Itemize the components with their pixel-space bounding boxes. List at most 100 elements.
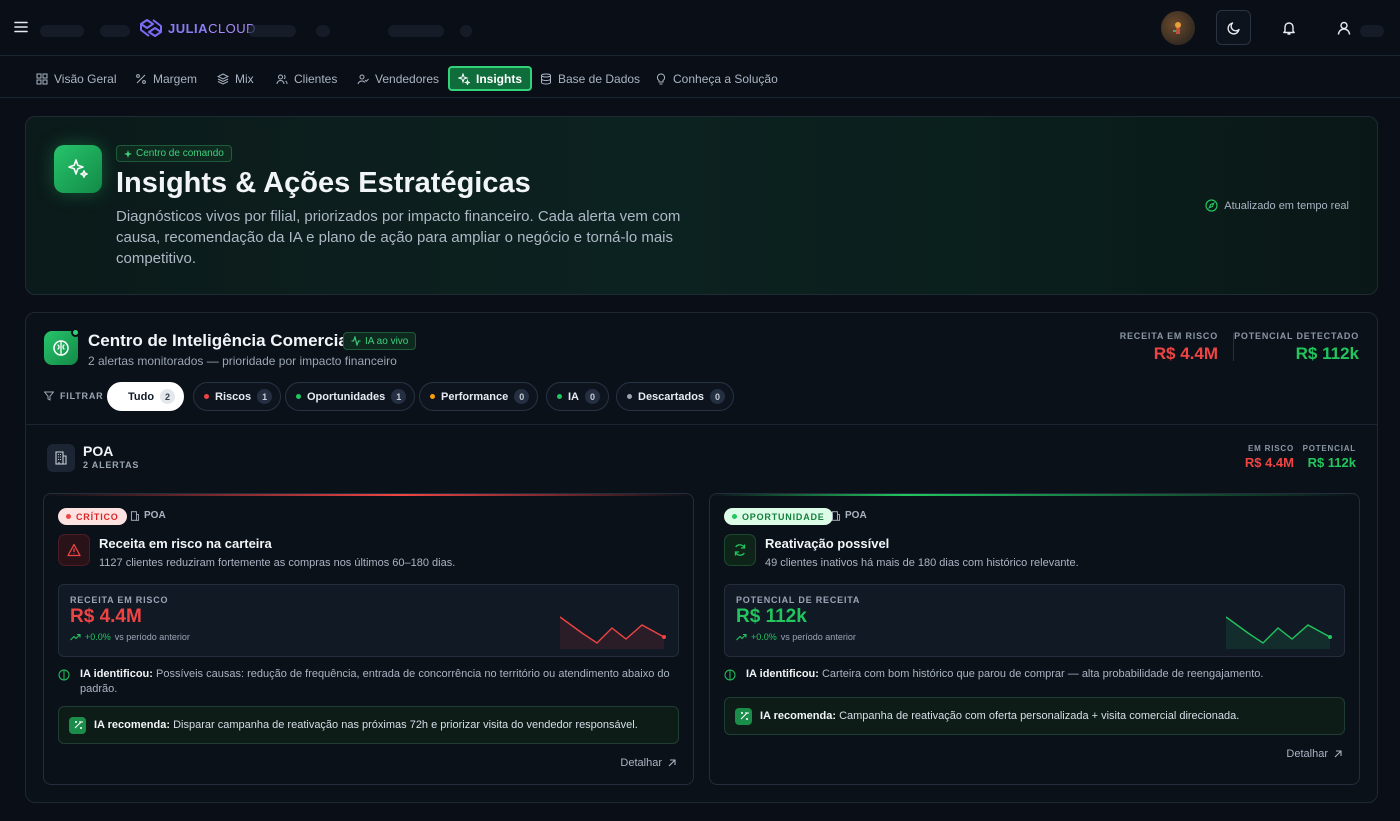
notifications-button[interactable]	[1271, 10, 1306, 45]
card-accent	[710, 494, 1359, 496]
filter-count: 2	[160, 389, 176, 404]
theme-toggle-button[interactable]	[1216, 10, 1251, 45]
tab-label: Vendedores	[375, 72, 440, 86]
filter-ia[interactable]: IA 0	[546, 382, 609, 411]
discarded-dot	[627, 394, 632, 399]
menu-icon[interactable]	[12, 18, 30, 36]
kpi-label: RECEITA EM RISCO	[1119, 331, 1218, 341]
filter-all[interactable]: Tudo 2	[107, 382, 185, 411]
percent-icon	[136, 74, 146, 84]
ia-identified-label: IA identificou:	[746, 668, 819, 680]
brain-icon	[724, 669, 736, 681]
kpi-label: POTENCIAL	[1302, 444, 1356, 453]
hero-banner: Centro de comando Insights & Ações Estra…	[25, 116, 1378, 295]
warning-icon	[58, 534, 90, 566]
kpi-value: R$ 4.4M	[1244, 455, 1294, 470]
filter-performance[interactable]: Performance 0	[419, 382, 539, 411]
performance-dot	[430, 394, 435, 399]
badge-label: OPORTUNIDADE	[742, 511, 825, 522]
chip-label: Centro de comando	[136, 148, 224, 159]
blurred-nav-item	[460, 25, 472, 37]
filter-count: 0	[585, 389, 600, 404]
metric-value: R$ 112k	[736, 606, 807, 627]
brain-icon	[58, 669, 70, 681]
detail-button[interactable]: Detalhar	[1286, 748, 1343, 760]
database-icon	[541, 73, 551, 85]
user-icon	[1337, 21, 1350, 35]
sparkline-opportunity	[1226, 616, 1332, 649]
branch-name: POA	[83, 443, 114, 459]
filter-opportunities[interactable]: Oportunidades 1	[285, 382, 416, 411]
tab-label: Conheça a Solução	[673, 72, 778, 86]
tab-base-de-dados[interactable]: Base de Dados	[532, 67, 648, 91]
panel-title: Centro de Inteligência Comercial	[88, 331, 353, 350]
panel-subtitle: 2 alertas monitorados — prioridade por i…	[88, 354, 397, 368]
branch-alert-count: 2 ALERTAS	[83, 460, 140, 470]
filter-label-text: Oportunidades	[307, 390, 386, 403]
detail-button[interactable]: Detalhar	[620, 757, 677, 769]
card-accent	[44, 494, 693, 496]
filter-label-text: IA	[568, 390, 579, 403]
sparkline-risk	[560, 616, 666, 649]
tab-clientes[interactable]: Clientes	[268, 67, 345, 91]
tab-visao-geral[interactable]: Visão Geral	[28, 67, 124, 91]
kpi-value: R$ 4.4M	[1153, 344, 1218, 363]
grid-icon	[36, 73, 48, 85]
page-description: Diagnósticos vivos por filial, priorizad…	[116, 208, 681, 267]
alert-card-opportunity[interactable]: OPORTUNIDADE POA Reativação possível 49 …	[709, 493, 1360, 785]
filter-risks[interactable]: Riscos 1	[193, 382, 282, 411]
brand-name: JULIACLOUD	[168, 20, 257, 36]
alert-card-critical[interactable]: CRÍTICO POA Receita em risco na carteira…	[43, 493, 694, 785]
metric-trend: +0.0% vs período anterior	[70, 632, 190, 642]
risk-dot	[204, 394, 209, 399]
ia-recommend-text: Disparar campanha de reativação nas próx…	[173, 719, 638, 731]
arrow-up-right-icon	[668, 759, 676, 767]
tab-insights[interactable]: Insights	[448, 66, 533, 91]
tab-label: Clientes	[294, 72, 338, 86]
filter-label-text: Tudo	[128, 390, 155, 403]
filter-icon	[44, 391, 54, 401]
users-icon	[276, 74, 288, 85]
trend-text: vs período anterior	[114, 632, 190, 642]
filter-count: 0	[514, 389, 530, 404]
tab-conheca-a-solucao[interactable]: Conheça a Solução	[647, 67, 786, 91]
metric-label: RECEITA EM RISCO	[70, 595, 169, 605]
filter-discarded[interactable]: Descartados 0	[616, 382, 735, 411]
sparkles-icon	[54, 145, 102, 193]
filter-label-text: Descartados	[638, 390, 705, 403]
metric-box: POTENCIAL DE RECEITA R$ 112k +0.0% vs pe…	[724, 584, 1345, 657]
alert-location: POA	[130, 510, 166, 521]
tab-mix[interactable]: Mix	[209, 67, 262, 91]
tab-margem[interactable]: Margem	[127, 67, 205, 91]
refresh-icon	[724, 534, 756, 566]
sparkle-icon	[124, 149, 132, 158]
ia-live-chip: IA ao vivo	[343, 332, 417, 350]
metric-label: POTENCIAL DE RECEITA	[736, 595, 861, 605]
main-nav: Visão Geral Margem Mix Clientes Vendedor…	[0, 60, 1400, 98]
building-icon	[130, 510, 140, 521]
layers-icon	[217, 73, 229, 85]
filter-label-text: Riscos	[215, 390, 252, 403]
command-center-chip: Centro de comando	[116, 145, 232, 162]
opportunity-dot	[296, 394, 301, 399]
ia-recommend-label: IA recomenda:	[94, 719, 171, 731]
trend-percent: +0.0%	[85, 632, 111, 642]
kpi-label: EM RISCO	[1248, 444, 1294, 453]
tab-vendedores[interactable]: Vendedores	[349, 67, 447, 91]
alert-title: Reativação possível	[765, 536, 890, 551]
wand-icon	[735, 707, 752, 725]
compass-icon	[1205, 199, 1218, 212]
avatar[interactable]	[1161, 11, 1195, 45]
ia-recommendation: IA recomenda: Campanha de reativação com…	[724, 697, 1345, 735]
building-icon	[47, 444, 75, 472]
user-profile-button[interactable]	[1326, 10, 1361, 45]
wand-icon	[69, 716, 86, 734]
filter-label-text: Performance	[441, 390, 509, 403]
ia-identified-text: Carteira com bom histórico que parou de …	[821, 668, 1264, 680]
user-check-icon	[357, 74, 369, 85]
blurred-nav-item	[1360, 25, 1384, 37]
moon-icon	[1226, 21, 1240, 35]
detail-label: Detalhar	[620, 757, 662, 769]
lightbulb-icon	[656, 73, 666, 85]
brand-logo[interactable]: JULIACLOUD	[138, 18, 256, 38]
